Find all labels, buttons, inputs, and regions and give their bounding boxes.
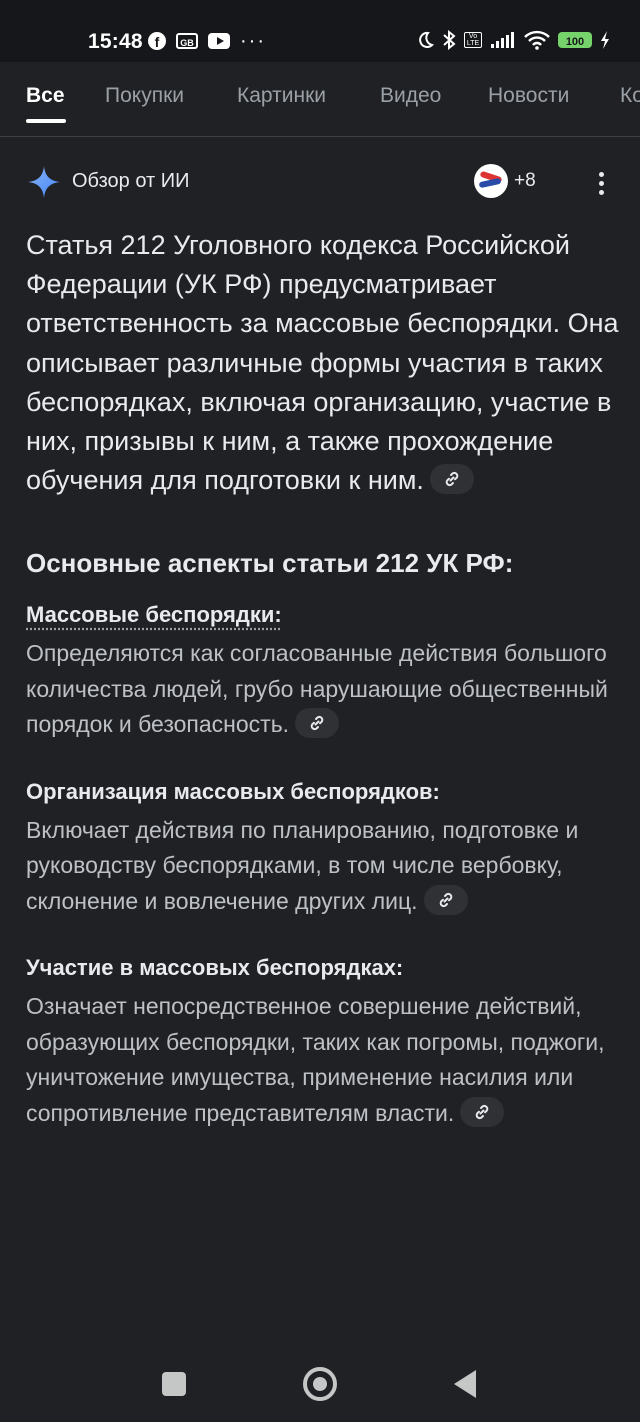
ai-overview-title: Обзор от ИИ [72,170,190,192]
charging-icon [601,31,609,49]
source-link-button[interactable] [429,464,474,495]
link-icon [475,1104,489,1119]
status-bar: 15:48 f GB ··· Vo LTE 100 [0,0,640,62]
link-icon [310,716,324,731]
sources-button[interactable]: +8 [474,164,536,198]
source-link-button[interactable] [460,1096,505,1127]
link-icon [439,892,452,907]
search-tabs: Все Покупки Картинки Видео Новости Ко [0,62,640,137]
signal-icon [491,32,514,48]
youtube-icon [208,33,230,49]
facebook-icon: f [148,32,166,50]
source-link-button[interactable] [295,708,340,739]
home-button[interactable] [303,1367,337,1401]
source-avatar [474,164,508,198]
aspect-body: Включает действия по планированию, подго… [26,813,620,920]
sparkle-icon [28,166,60,198]
bluetooth-icon [443,30,456,50]
active-tab-indicator [26,119,66,123]
gb-icon: GB [176,33,198,49]
aspect-title: Организация массовых беспорядков: [26,778,440,804]
aspect-item: Массовые беспорядки: Определяются как со… [26,600,620,743]
more-notifications-icon: ··· [240,30,266,52]
aspect-body: Означает непосредственное совершение дей… [26,989,620,1131]
system-nav-bar [0,1340,640,1422]
ai-overview-content: Статья 212 Уголовного кодекса Российской… [26,226,620,1131]
back-button[interactable] [454,1370,476,1398]
aspect-body-text: Включает действия по планированию, подго… [26,816,579,914]
aspect-body-text: Означает непосредственное совершение дей… [26,993,605,1126]
clock: 15:48 [88,30,143,53]
tab-shopping[interactable]: Покупки [105,84,184,108]
tab-images[interactable]: Картинки [237,84,326,108]
wifi-icon [524,30,550,50]
more-options-button[interactable] [586,166,616,200]
link-icon [445,472,459,487]
sources-count: +8 [514,170,536,191]
aspect-item: Участие в массовых беспорядках: Означает… [26,953,620,1131]
tab-news[interactable]: Новости [488,84,569,108]
ai-overview-header: Обзор от ИИ +8 [26,160,616,204]
aspect-title: Участие в массовых беспорядках: [26,955,404,981]
volte-icon: Vo LTE [464,32,482,48]
moon-icon [419,31,434,48]
aspect-item: Организация массовых беспорядков: Включа… [26,777,620,920]
tab-more[interactable]: Ко [620,84,640,108]
aspect-body: Определяются как согласованные действия … [26,636,620,743]
battery-icon: 100 [558,32,592,48]
aspect-title[interactable]: Массовые беспорядки: [26,600,620,630]
intro-text: Статья 212 Уголовного кодекса Российской… [26,230,619,496]
tab-videos[interactable]: Видео [380,84,441,108]
section-title: Основные аспекты статьи 212 УК РФ: [26,548,514,579]
tab-all[interactable]: Все [26,84,65,108]
intro-paragraph: Статья 212 Уголовного кодекса Российской… [26,226,620,500]
recents-button[interactable] [162,1372,186,1396]
source-link-button[interactable] [423,884,468,915]
